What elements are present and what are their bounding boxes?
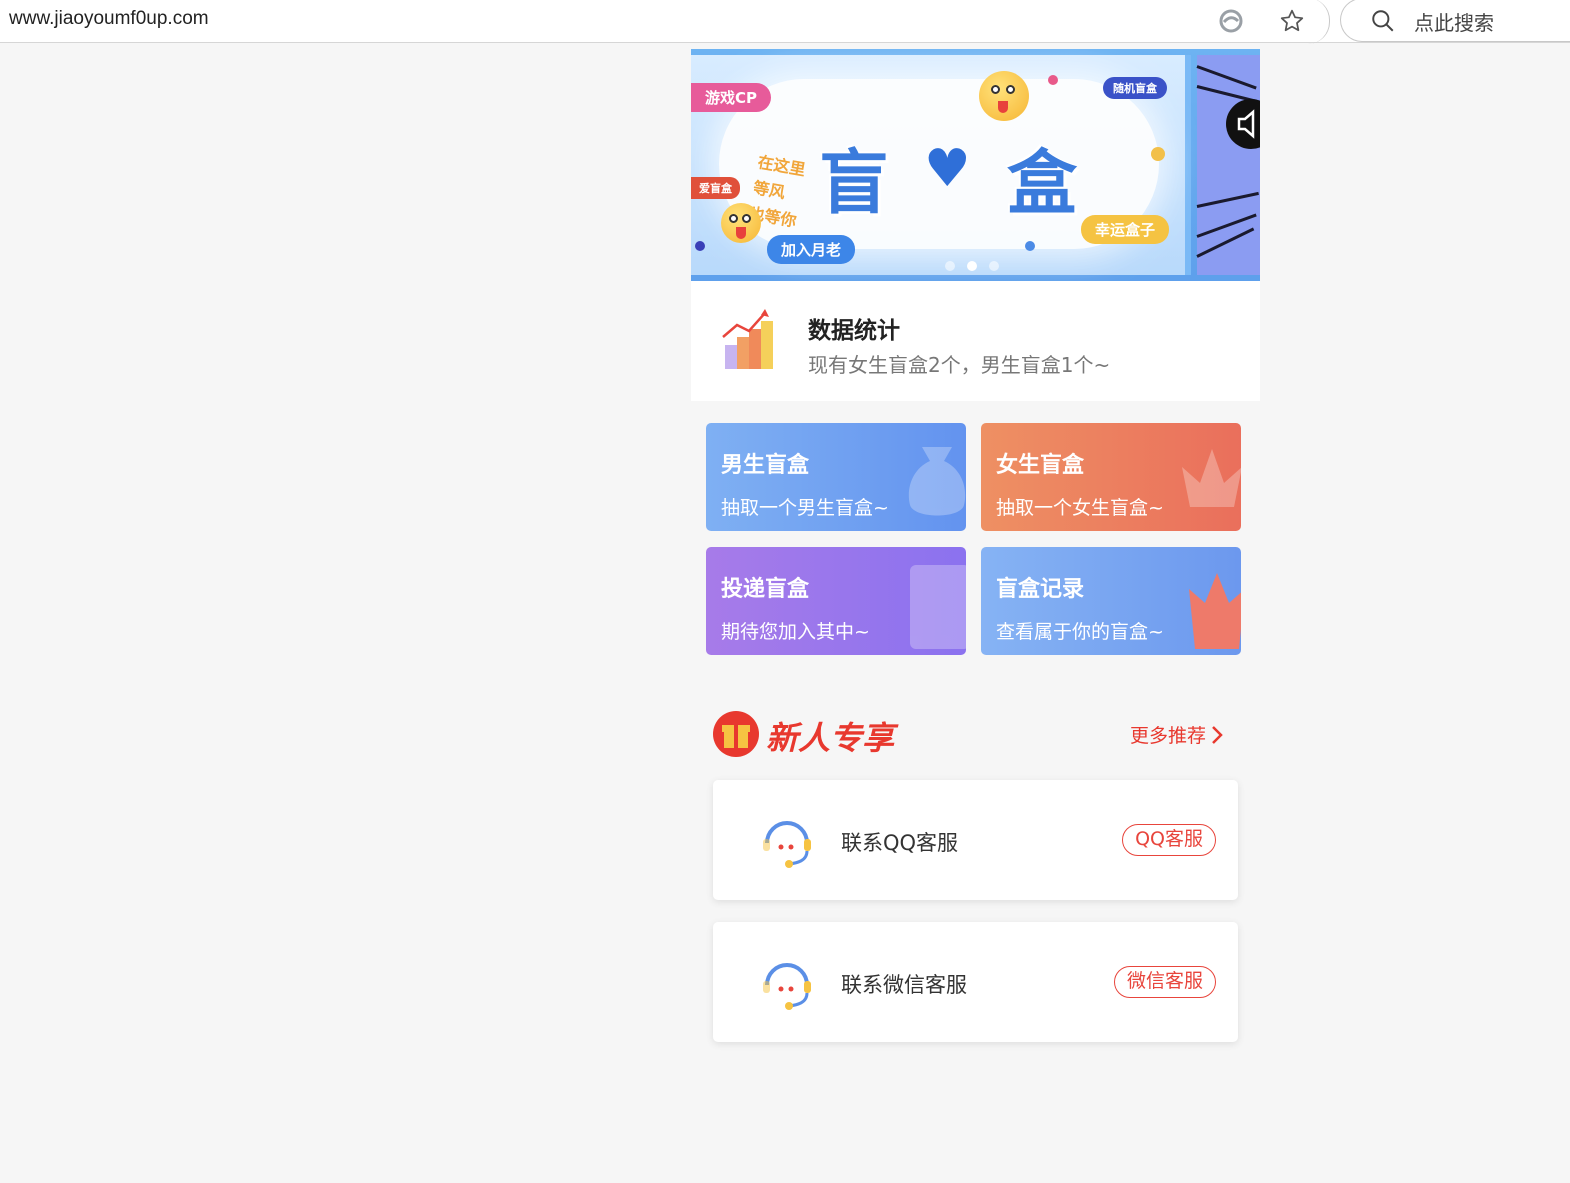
- female-blind-box-card[interactable]: 女生盲盒 抽取一个女生盲盒~: [981, 423, 1241, 531]
- emoji-icon: [979, 71, 1029, 121]
- tag-join: 加入月老: [767, 235, 856, 264]
- bar-chart-deco-icon: [910, 565, 966, 649]
- headset-icon: [759, 813, 815, 873]
- qq-service-row[interactable]: 联系QQ客服 QQ客服: [713, 780, 1238, 900]
- decor-dot: [1151, 147, 1165, 161]
- tag-random: 随机盲盒: [1103, 77, 1167, 99]
- male-blind-box-card[interactable]: 男生盲盒 抽取一个男生盲盒~: [706, 423, 966, 531]
- crown-icon: [1182, 449, 1241, 507]
- banner-title-left: 盲: [819, 142, 889, 224]
- bar-chart-icon: [719, 307, 779, 377]
- blind-box-records-card[interactable]: 盲盒记录 查看属于你的盲盒~: [981, 547, 1241, 655]
- card-subtitle: 抽取一个男生盲盒~: [721, 497, 889, 519]
- tag-game-cp: 游戏CP: [691, 83, 772, 112]
- chevron-right-icon[interactable]: [1210, 724, 1224, 746]
- more-recommend-link[interactable]: 更多推荐: [1130, 721, 1224, 748]
- card-subtitle: 抽取一个女生盲盒~: [996, 497, 1164, 519]
- decor-dot: [695, 241, 705, 251]
- card-title: 投递盲盒: [721, 577, 810, 602]
- heart-icon: ♥: [924, 139, 971, 199]
- service-label: 联系微信客服: [841, 973, 967, 997]
- decor-dot: [1025, 241, 1035, 251]
- page-content: 盲 ♥ 盒 游戏CP 随机盲盒 爱盲盒 在这里 等风 也等你 加入月老 幸运盒子: [691, 49, 1260, 401]
- newcomer-section-header: 新人专享 更多推荐: [713, 709, 1238, 759]
- pager-dot[interactable]: [945, 261, 955, 271]
- section-title: 新人专享: [766, 719, 895, 757]
- submit-blind-box-card[interactable]: 投递盲盒 期待您加入其中~: [706, 547, 966, 655]
- wechat-service-button[interactable]: 微信客服: [1113, 966, 1216, 998]
- card-subtitle: 期待您加入其中~: [721, 621, 870, 643]
- wechat-service-row[interactable]: 联系微信客服 微信客服: [713, 922, 1238, 1042]
- card-title: 男生盲盒: [721, 453, 810, 478]
- crown-icon: [1189, 573, 1241, 649]
- next-slide-peek: [1196, 55, 1260, 275]
- card-title: 女生盲盒: [996, 453, 1085, 478]
- gift-icon: [713, 711, 759, 761]
- tag-lucky: 幸运盒子: [1081, 215, 1170, 244]
- stats-subtitle: 现有女生盲盒2个，男生盲盒1个~: [808, 353, 1111, 377]
- edge-icon[interactable]: [1214, 4, 1248, 38]
- browser-toolbar: www.jiaoyoumf0up.com 点此搜索: [0, 0, 1570, 44]
- tag-left-partial: 爱盲盒: [691, 177, 740, 199]
- banner-carousel[interactable]: 盲 ♥ 盒 游戏CP 随机盲盒 爱盲盒 在这里 等风 也等你 加入月老 幸运盒子: [691, 49, 1260, 281]
- headset-icon: [759, 955, 815, 1015]
- pager-dot[interactable]: [989, 261, 999, 271]
- qq-service-button[interactable]: QQ客服: [1122, 824, 1216, 856]
- money-bag-icon: [908, 447, 966, 516]
- service-label: 联系QQ客服: [841, 831, 959, 855]
- search-placeholder[interactable]: 点此搜索: [1414, 7, 1494, 36]
- banner-slide: 盲 ♥ 盒 游戏CP 随机盲盒 爱盲盒 在这里 等风 也等你 加入月老 幸运盒子: [691, 55, 1191, 275]
- more-label[interactable]: 更多推荐: [1130, 721, 1206, 748]
- emoji-icon: [721, 203, 761, 243]
- stats-panel: 数据统计 现有女生盲盒2个，男生盲盒1个~: [691, 281, 1260, 401]
- stats-title: 数据统计: [808, 318, 900, 344]
- carousel-pager[interactable]: [945, 261, 999, 271]
- address-bar[interactable]: www.jiaoyoumf0up.com: [9, 8, 209, 30]
- card-title: 盲盒记录: [996, 577, 1085, 602]
- decor-dot: [1048, 75, 1058, 85]
- toolbar-divider: [1300, 0, 1330, 44]
- pager-dot-active[interactable]: [967, 261, 977, 271]
- banner-title-right: 盒: [1007, 142, 1077, 224]
- search-icon[interactable]: [1366, 4, 1400, 38]
- card-subtitle: 查看属于你的盲盒~: [996, 621, 1164, 643]
- speaker-icon[interactable]: [1226, 99, 1260, 149]
